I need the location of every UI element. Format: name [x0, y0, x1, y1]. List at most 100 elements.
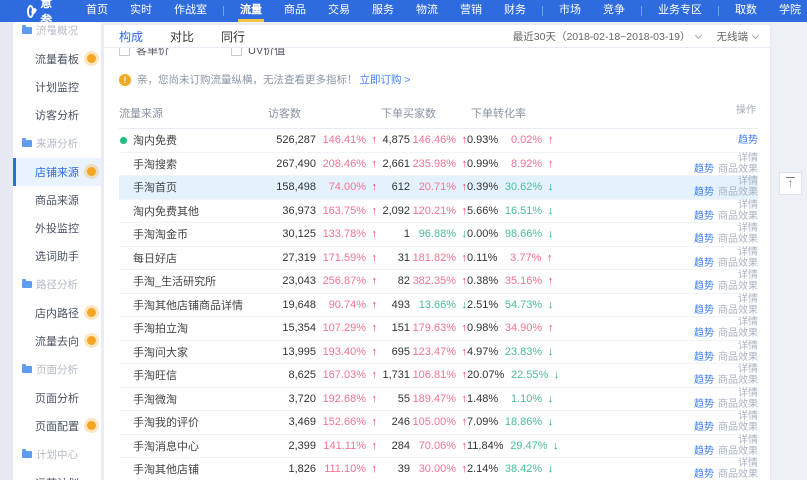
- nav-item[interactable]: 商品: [273, 0, 317, 22]
- tab[interactable]: 同行: [221, 28, 245, 45]
- tab[interactable]: 构成: [119, 28, 143, 45]
- nav-item[interactable]: 财务: [493, 0, 537, 22]
- detail-link[interactable]: 详情: [738, 317, 758, 328]
- sidebar-item[interactable]: 流量看板: [13, 45, 101, 73]
- sidebar-section-title[interactable]: 来源分析: [13, 129, 101, 158]
- source-name-cell: 手淘首页: [119, 179, 264, 195]
- action-line: 详情: [553, 176, 758, 187]
- detail-link[interactable]: 详情: [738, 153, 758, 164]
- nav-item[interactable]: 流量: [229, 0, 273, 22]
- trend-link[interactable]: 趋势: [694, 211, 714, 222]
- product-effect-link[interactable]: 商品效果: [718, 352, 758, 363]
- product-effect-link[interactable]: 商品效果: [718, 258, 758, 269]
- product-effect-link[interactable]: 商品效果: [718, 328, 758, 339]
- nav-item[interactable]: 营销: [449, 0, 493, 22]
- metric-checkbox[interactable]: 客单价: [119, 48, 169, 58]
- terminal-select[interactable]: 无线端: [717, 29, 759, 44]
- sidebar-item[interactable]: 店铺来源: [13, 158, 101, 186]
- metric-change: 189.47%: [410, 393, 456, 405]
- trend-link[interactable]: 趋势: [694, 328, 714, 339]
- detail-link[interactable]: 详情: [738, 247, 758, 258]
- product-effect-link[interactable]: 商品效果: [718, 446, 758, 457]
- detail-link[interactable]: 详情: [738, 223, 758, 234]
- product-effect-link[interactable]: 商品效果: [718, 469, 758, 480]
- visitors-cell: 2,399141.11%↑: [264, 440, 377, 452]
- trend-link[interactable]: 趋势: [694, 164, 714, 175]
- sidebar-item[interactable]: 商品来源: [13, 186, 101, 214]
- product-effect-link[interactable]: 商品效果: [718, 422, 758, 433]
- sidebar-item[interactable]: 外投监控: [13, 214, 101, 242]
- date-range-select[interactable]: 最近30天（2018-02-18~2018-03-19）: [513, 29, 701, 44]
- trend-link[interactable]: 趋势: [694, 281, 714, 292]
- trend-up-icon: ↑: [456, 275, 467, 287]
- nav-item[interactable]: 取数: [724, 0, 768, 22]
- actions-cell: 详情趋势商品效果: [553, 388, 758, 410]
- product-effect-link[interactable]: 商品效果: [718, 281, 758, 292]
- product-effect-link[interactable]: 商品效果: [718, 375, 758, 386]
- trend-link[interactable]: 趋势: [694, 399, 714, 410]
- brand[interactable]: 生意参谋: [0, 0, 75, 45]
- trend-link[interactable]: 趋势: [694, 422, 714, 433]
- tab[interactable]: 对比: [170, 28, 194, 45]
- sidebar-item[interactable]: 访客分析: [13, 101, 101, 129]
- detail-link[interactable]: 详情: [738, 411, 758, 422]
- sidebar-item[interactable]: 页面配置: [13, 412, 101, 440]
- trend-down-icon: ↓: [542, 205, 553, 217]
- subscribe-link[interactable]: 立即订购 >: [360, 72, 411, 87]
- sidebar-item[interactable]: 运营计划: [13, 469, 101, 480]
- product-effect-link[interactable]: 商品效果: [718, 211, 758, 222]
- sidebar-section-title[interactable]: 页面分析: [13, 355, 101, 384]
- checkbox-icon[interactable]: [231, 48, 242, 56]
- detail-link[interactable]: 详情: [738, 294, 758, 305]
- back-to-top-button[interactable]: ↑: [779, 172, 802, 195]
- conversion-cell: 1.48%1.10%↓: [467, 393, 553, 405]
- detail-link[interactable]: 详情: [738, 200, 758, 211]
- nav-item[interactable]: 交易: [317, 0, 361, 22]
- trend-link[interactable]: 趋势: [694, 305, 714, 316]
- metric-checkbox[interactable]: UV价值: [231, 48, 285, 58]
- actions-cell: 详情趋势商品效果: [552, 247, 758, 269]
- trend-link[interactable]: 趋势: [694, 258, 714, 269]
- trend-link[interactable]: 趋势: [694, 375, 714, 386]
- detail-link[interactable]: 详情: [738, 341, 758, 352]
- nav-item[interactable]: 业务专区: [647, 0, 713, 22]
- checkbox-icon[interactable]: [119, 48, 130, 56]
- nav-item[interactable]: 学院: [768, 0, 807, 22]
- nav-item[interactable]: 实时: [119, 0, 163, 22]
- sidebar-section-title[interactable]: 路径分析: [13, 270, 101, 299]
- sidebar-item[interactable]: 店内路径: [13, 299, 101, 327]
- detail-link[interactable]: 详情: [738, 458, 758, 469]
- product-effect-link[interactable]: 商品效果: [718, 187, 758, 198]
- trend-link[interactable]: 趋势: [694, 352, 714, 363]
- trend-link[interactable]: 趋势: [694, 469, 714, 480]
- trend-down-icon: ↓: [456, 299, 467, 311]
- product-effect-link[interactable]: 商品效果: [718, 399, 758, 410]
- nav-item[interactable]: 服务: [361, 0, 405, 22]
- detail-link[interactable]: 详情: [738, 270, 758, 281]
- trend-link[interactable]: 趋势: [694, 446, 714, 457]
- nav-item[interactable]: 作战室: [163, 0, 218, 22]
- product-effect-link[interactable]: 商品效果: [718, 305, 758, 316]
- sidebar-section-title[interactable]: 计划中心: [13, 440, 101, 469]
- trend-link[interactable]: 趋势: [694, 187, 714, 198]
- metric-change: 167.03%: [316, 369, 366, 381]
- detail-link[interactable]: 详情: [738, 364, 758, 375]
- product-effect-link[interactable]: 商品效果: [718, 164, 758, 175]
- nav-item[interactable]: 物流: [405, 0, 449, 22]
- metric-value: 15,354: [282, 322, 316, 334]
- sidebar-item[interactable]: 计划监控: [13, 73, 101, 101]
- trend-link[interactable]: 趋势: [738, 135, 758, 146]
- product-effect-link[interactable]: 商品效果: [718, 234, 758, 245]
- action-line: 趋势商品效果: [553, 234, 758, 245]
- sidebar-item[interactable]: 流量去向: [13, 327, 101, 355]
- sidebar-item[interactable]: 页面分析: [13, 384, 101, 412]
- nav-item[interactable]: 首页: [75, 0, 119, 22]
- metric-value: 4,875: [382, 134, 410, 146]
- detail-link[interactable]: 详情: [738, 388, 758, 399]
- detail-link[interactable]: 详情: [738, 435, 758, 446]
- nav-item[interactable]: 竞争: [592, 0, 636, 22]
- sidebar-item[interactable]: 选词助手: [13, 242, 101, 270]
- detail-link[interactable]: 详情: [738, 176, 758, 187]
- nav-item[interactable]: 市场: [548, 0, 592, 22]
- trend-link[interactable]: 趋势: [694, 234, 714, 245]
